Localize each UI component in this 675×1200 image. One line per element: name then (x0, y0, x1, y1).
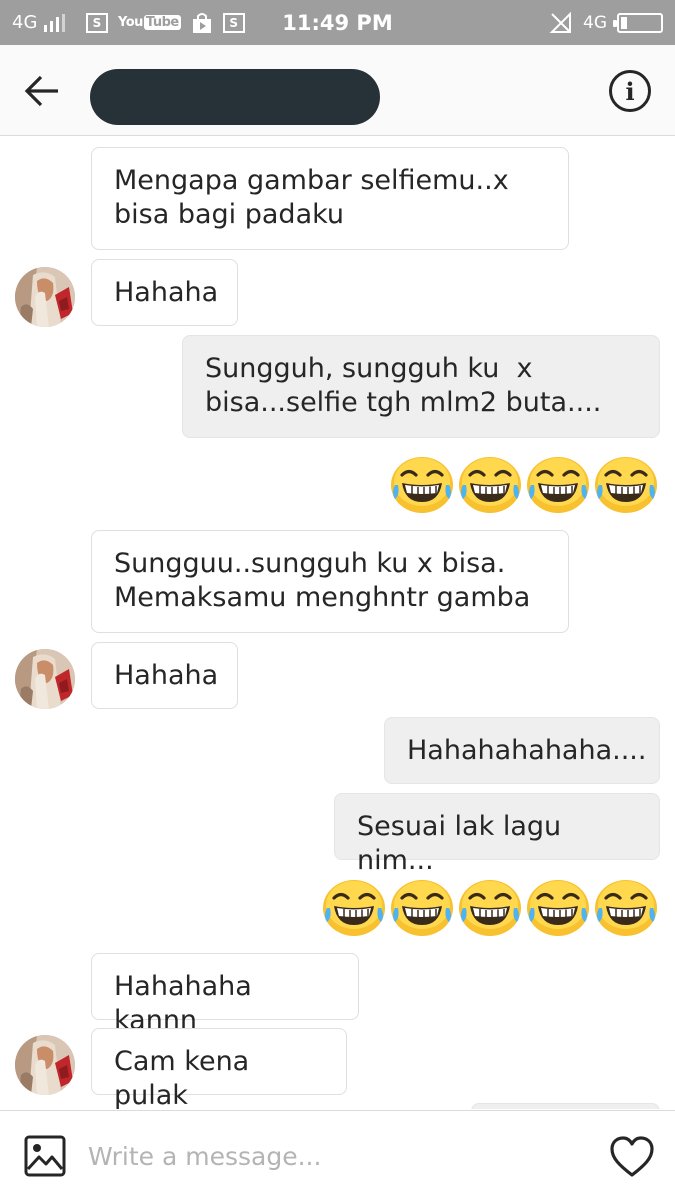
laughing-tears-emoji-icon (594, 455, 658, 515)
message-bubble-incoming[interactable]: Hahahaha kannn (91, 953, 359, 1036)
laughing-tears-emoji-icon (526, 878, 590, 938)
emoji-message-outgoing[interactable] (322, 878, 658, 938)
back-button[interactable] (22, 71, 62, 111)
image-icon (24, 1135, 66, 1177)
notification-icons: S You Tube S (86, 0, 245, 45)
emoji-message-outgoing[interactable] (390, 455, 658, 515)
message-input[interactable] (88, 1133, 588, 1179)
message-bubble-incoming[interactable]: Sungguu..sungguh ku x bisa. Memaksamu me… (91, 530, 569, 633)
status-bar: 4G S You Tube S 11:49 PM 4G (0, 0, 675, 45)
avatar[interactable] (15, 267, 75, 327)
like-button[interactable] (609, 1135, 655, 1179)
message-bubble-incoming[interactable]: Hahaha (91, 642, 238, 709)
laughing-tears-emoji-icon (322, 878, 386, 938)
battery-icon (613, 12, 663, 33)
sim-s-icon: S (86, 12, 108, 33)
chat-header: i (0, 45, 675, 136)
arrow-left-icon (24, 75, 58, 107)
message-composer (0, 1110, 675, 1200)
laughing-tears-emoji-icon (390, 455, 454, 515)
contact-name-redacted[interactable] (90, 69, 380, 125)
youtube-icon: You Tube (118, 15, 181, 30)
message-thread[interactable]: Mengapa gambar selfiemu..x bisa bagi pad… (0, 137, 675, 1109)
laughing-tears-emoji-icon (458, 455, 522, 515)
message-bubble-outgoing[interactable]: Hahahahahaha.... (384, 717, 660, 784)
info-button[interactable]: i (609, 70, 651, 112)
message-bubble-incoming[interactable]: Cam kena pulak (91, 1028, 347, 1109)
muted-signal-icon (549, 11, 571, 33)
laughing-tears-emoji-icon (458, 878, 522, 938)
message-bubble-outgoing[interactable]: Sungguh, sungguh ku x bisa...selfie tgh … (182, 335, 660, 438)
sim-s-icon: S (222, 12, 245, 33)
laughing-tears-emoji-icon (594, 878, 658, 938)
signal-bars-icon (44, 14, 65, 32)
gallery-button[interactable] (24, 1135, 66, 1177)
info-icon: i (625, 76, 635, 106)
heart-icon (610, 1136, 654, 1177)
network-type: 4G (12, 12, 38, 33)
laughing-tears-emoji-icon (526, 455, 590, 515)
avatar[interactable] (15, 649, 75, 709)
network-type-right: 4G (583, 12, 607, 33)
message-bubble-outgoing[interactable]: Sesuai lak lagu nim... (334, 793, 660, 876)
message-bubble-outgoing-partial[interactable] (471, 1103, 660, 1109)
message-bubble-incoming[interactable]: Mengapa gambar selfiemu..x bisa bagi pad… (91, 147, 569, 250)
avatar[interactable] (15, 1035, 75, 1095)
message-bubble-incoming[interactable]: Hahaha (91, 259, 238, 326)
play-store-icon (192, 12, 211, 33)
laughing-tears-emoji-icon (390, 878, 454, 938)
status-right: 4G (549, 0, 663, 45)
